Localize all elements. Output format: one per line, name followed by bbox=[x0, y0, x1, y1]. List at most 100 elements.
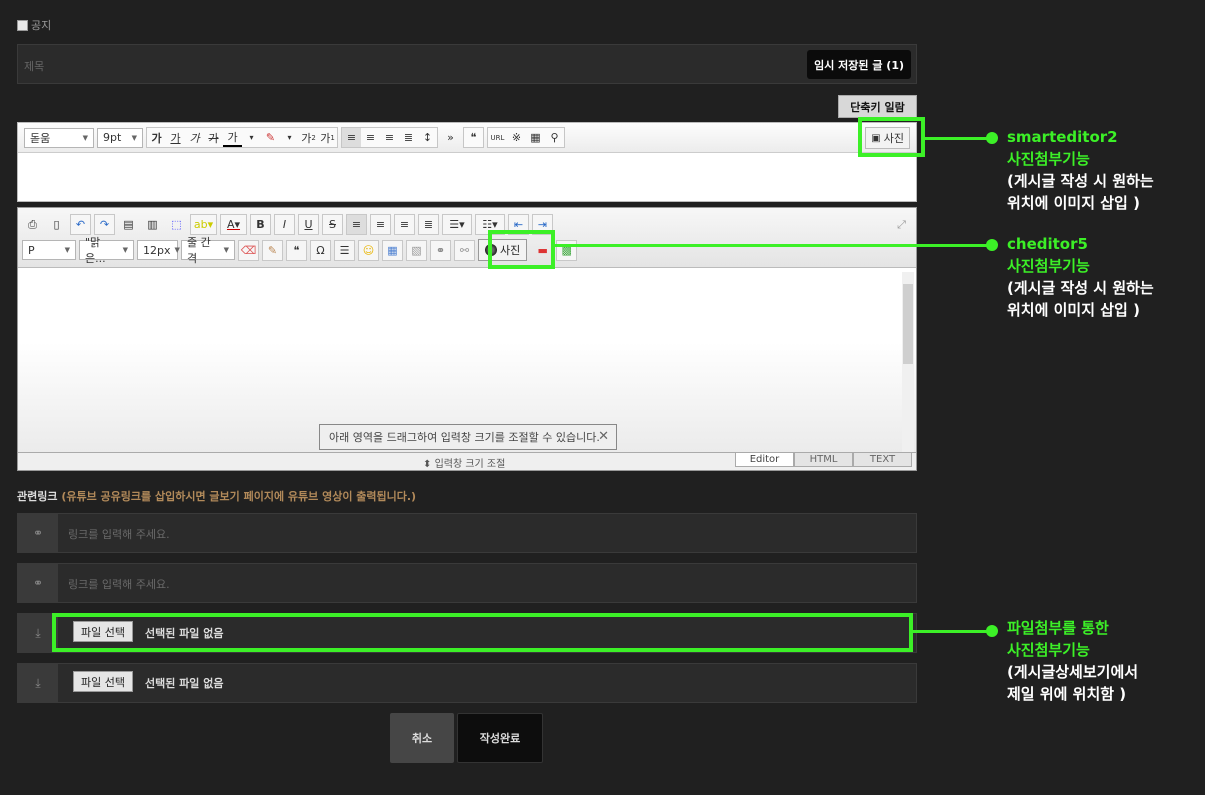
close-icon[interactable]: ✕ bbox=[598, 429, 609, 444]
annotation-se2: smarteditor2 사진첨부기능 (게시글 작성 시 원하는 위치에 이미… bbox=[1007, 128, 1154, 212]
draft-button[interactable]: 임시 저장된 글 (1) bbox=[807, 50, 911, 79]
notice-checkbox-box[interactable] bbox=[17, 19, 28, 31]
cancel-button[interactable]: 취소 bbox=[390, 713, 454, 763]
submit-button[interactable]: 작성완료 bbox=[457, 713, 543, 763]
print-icon[interactable]: ⎙ bbox=[22, 214, 43, 235]
image-icon[interactable]: ▩ bbox=[556, 239, 578, 261]
connector-dot bbox=[986, 132, 998, 144]
scrollbar-thumb[interactable] bbox=[903, 284, 913, 364]
special-char-icon[interactable]: ※ bbox=[507, 128, 526, 147]
align-left-icon[interactable]: ≡ bbox=[342, 128, 361, 147]
more-button[interactable]: » bbox=[441, 128, 460, 147]
highlight-box-file bbox=[52, 613, 913, 652]
link-icon: ⚭ bbox=[18, 564, 58, 602]
italic-icon[interactable]: I bbox=[274, 214, 295, 235]
quote-icon[interactable]: ❝ bbox=[464, 128, 483, 147]
connector-dot bbox=[986, 625, 998, 637]
connector-line bbox=[925, 137, 991, 140]
tab-editor[interactable]: Editor bbox=[735, 453, 794, 467]
links-label: 관련링크 (유튜브 공유링크를 삽입하시면 글보기 페이지에 유튜브 영상이 출… bbox=[17, 490, 417, 503]
strike-button[interactable]: 가 bbox=[204, 128, 223, 147]
quote-group: ❝ bbox=[463, 127, 484, 148]
select-all-icon[interactable]: ⬚ bbox=[166, 214, 187, 235]
quote-icon[interactable]: ❝ bbox=[286, 239, 307, 261]
align-left-icon[interactable]: ≡ bbox=[346, 214, 367, 235]
mode-tabs: Editor HTML TEXT bbox=[735, 453, 912, 467]
size-select[interactable]: 12px ▼ bbox=[137, 240, 180, 260]
underline-icon[interactable]: U bbox=[298, 214, 319, 235]
strike-icon[interactable]: S bbox=[322, 214, 343, 235]
align-center-icon[interactable]: ≡ bbox=[361, 128, 380, 147]
highlight-icon[interactable]: ab▾ bbox=[190, 214, 217, 235]
align-center-icon[interactable]: ≡ bbox=[370, 214, 391, 235]
format-group: 가 가 가 가 가 ▾ ✎ ▾ 가2 가1 bbox=[146, 127, 338, 148]
bold-icon[interactable]: B bbox=[250, 214, 271, 235]
align-right-icon[interactable]: ≡ bbox=[380, 128, 399, 147]
table-edit-icon[interactable]: ▧ bbox=[406, 239, 427, 261]
table-icon[interactable]: ▦ bbox=[382, 239, 403, 261]
emoticon-icon[interactable]: ☺ bbox=[358, 239, 379, 261]
connector-line bbox=[555, 244, 991, 247]
omega-icon[interactable]: Ω bbox=[310, 239, 331, 261]
file-select-button[interactable]: 파일 선택 bbox=[73, 671, 133, 692]
notice-label: 공지 bbox=[31, 19, 52, 32]
size-select[interactable]: 9pt ▼ bbox=[97, 127, 143, 148]
search-icon[interactable]: ⚲ bbox=[545, 128, 564, 147]
shortcut-list-button[interactable]: 단축키 일람 bbox=[838, 95, 917, 118]
link-input-2[interactable]: ⚭ 링크를 입력해 주세요. bbox=[17, 563, 917, 603]
smarteditor2: 돋움 ▼ 9pt ▼ 가 가 가 가 가 ▾ ✎ ▾ 가2 가1 ≡ ≡ ≡ ≣ ↕… bbox=[17, 122, 917, 202]
tab-html[interactable]: HTML bbox=[794, 453, 853, 467]
connector-dot bbox=[986, 239, 998, 251]
file-input-2: ⤓ 파일 선택 선택된 파일 없음 bbox=[17, 663, 917, 703]
unlink-icon[interactable]: ⚯ bbox=[454, 239, 475, 261]
new-doc-icon[interactable]: ▯ bbox=[46, 214, 67, 235]
fullscreen-icon[interactable]: ⤢ bbox=[891, 214, 912, 235]
paste-icon[interactable]: ▤ bbox=[118, 214, 139, 235]
undo-icon[interactable]: ↶ bbox=[70, 214, 91, 235]
align-right-icon[interactable]: ≡ bbox=[394, 214, 415, 235]
link-input-1[interactable]: ⚭ 링크를 입력해 주세요. bbox=[17, 513, 917, 553]
font-color-button[interactable]: 가 bbox=[223, 128, 242, 147]
paragraph-select[interactable]: P ▼ bbox=[22, 240, 76, 260]
align-justify-icon[interactable]: ≣ bbox=[399, 128, 418, 147]
align-group: ≡ ≡ ≡ ≣ ↕ bbox=[341, 127, 438, 148]
font-select[interactable]: "맑은... ▼ bbox=[79, 236, 134, 265]
download-icon: ⤓ bbox=[18, 664, 58, 702]
cheditor-footer: ⬍ 입력창 크기 조절 Editor HTML TEXT bbox=[18, 452, 916, 470]
line-height-select[interactable]: 줄 간격 ▼ bbox=[181, 236, 235, 265]
tab-text[interactable]: TEXT bbox=[853, 453, 912, 467]
brush-icon[interactable]: ✎ bbox=[262, 239, 283, 261]
italic-button[interactable]: 가 bbox=[185, 128, 204, 147]
paste-text-icon[interactable]: ▥ bbox=[142, 214, 163, 235]
redo-icon[interactable]: ↷ bbox=[94, 214, 115, 235]
line-height-icon[interactable]: ↕ bbox=[418, 128, 437, 147]
ordered-list-icon[interactable]: ☰▾ bbox=[442, 214, 472, 235]
bold-button[interactable]: 가 bbox=[147, 128, 166, 147]
align-justify-icon[interactable]: ≣ bbox=[418, 214, 439, 235]
hr-icon[interactable]: ☰ bbox=[334, 239, 355, 261]
eraser-icon[interactable]: ⌫ bbox=[238, 239, 259, 261]
dropdown-icon[interactable]: ▾ bbox=[280, 128, 299, 147]
highlight-box-che bbox=[488, 230, 555, 269]
url-button[interactable]: URL bbox=[488, 128, 507, 147]
highlight-icon[interactable]: ✎ bbox=[261, 128, 280, 147]
cheditor-toolbar: ⎙ ▯ ↶ ↷ ▤ ▥ ⬚ ab▾ A▾ B I U S ≡ ≡ ≡ ≣ ☰▾ … bbox=[18, 208, 916, 268]
smarteditor-toolbar: 돋움 ▼ 9pt ▼ 가 가 가 가 가 ▾ ✎ ▾ 가2 가1 ≡ ≡ ≡ ≣ ↕… bbox=[18, 123, 916, 153]
scrollbar[interactable] bbox=[902, 272, 914, 452]
superscript-button[interactable]: 가2 bbox=[299, 128, 318, 147]
notice-checkbox[interactable]: 공지 bbox=[17, 17, 51, 33]
font-select[interactable]: 돋움 ▼ bbox=[24, 127, 94, 148]
dropdown-icon[interactable]: ▾ bbox=[242, 128, 261, 147]
resize-handle[interactable]: ⬍ 입력창 크기 조절 bbox=[423, 455, 505, 470]
table-icon[interactable]: ▦ bbox=[526, 128, 545, 147]
title-input[interactable]: 제목 임시 저장된 글 (1) bbox=[17, 44, 917, 84]
underline-button[interactable]: 가 bbox=[166, 128, 185, 147]
file-status: 선택된 파일 없음 bbox=[145, 677, 224, 690]
link-icon[interactable]: ⚭ bbox=[430, 239, 451, 261]
subscript-button[interactable]: 가1 bbox=[318, 128, 337, 147]
title-placeholder: 제목 bbox=[24, 60, 45, 73]
connector-line bbox=[913, 630, 991, 633]
highlight-box-se2 bbox=[858, 117, 925, 157]
font-color-icon[interactable]: A▾ bbox=[220, 214, 247, 235]
annotation-file: 파일첨부를 통한 사진첨부기능 (게시글상세보기에서 제일 위에 위치함 ) bbox=[1007, 619, 1139, 703]
